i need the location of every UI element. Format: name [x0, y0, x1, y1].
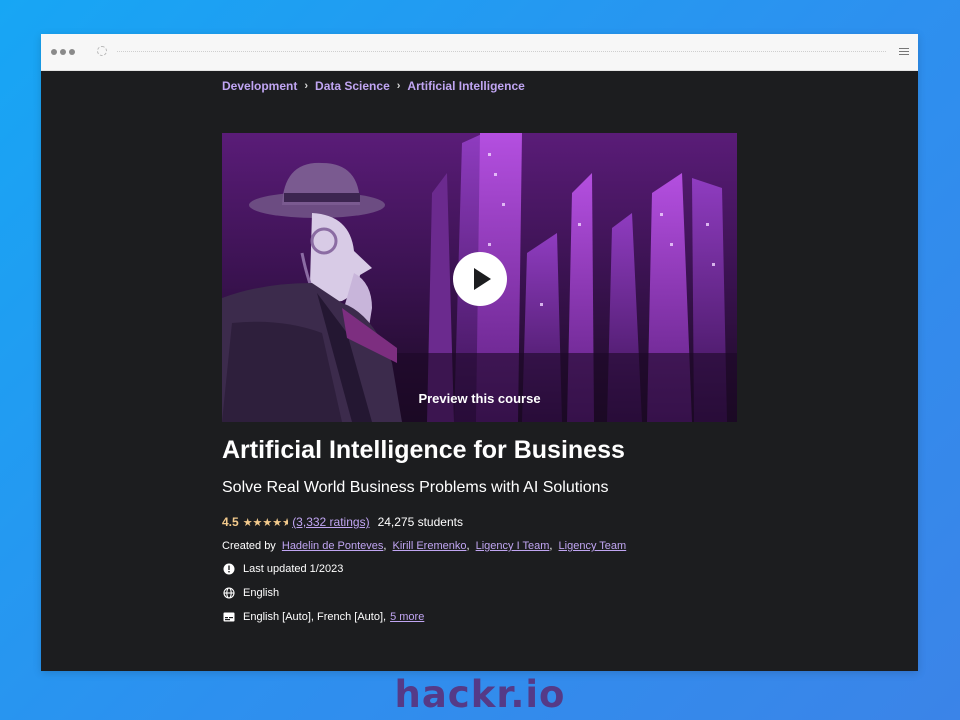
rating-value: 4.5 — [222, 515, 239, 529]
instructor-link[interactable]: Kirill Eremenko — [393, 540, 467, 552]
rating-row: 4.5 ★★★★★ (3,332 ratings) 24,275 student… — [222, 515, 463, 529]
globe-icon — [222, 586, 235, 599]
browser-window: Development › Data Science › Artificial … — [41, 34, 918, 671]
breadcrumb-item-data-science[interactable]: Data Science — [315, 79, 390, 93]
alert-icon — [222, 562, 235, 575]
breadcrumb-item-artificial-intelligence[interactable]: Artificial Intelligence — [407, 79, 524, 93]
created-by: Created by Hadelin de Ponteves, Kirill E… — [222, 540, 627, 552]
captions-more-link[interactable]: 5 more — [390, 611, 424, 623]
window-dot[interactable] — [69, 49, 75, 55]
course-preview[interactable]: Preview this course — [222, 133, 737, 422]
play-icon — [474, 268, 491, 290]
language: English — [222, 586, 279, 599]
reload-icon[interactable] — [97, 46, 107, 56]
hackr-logo: hackr.io — [394, 673, 566, 716]
captions-text: English [Auto], French [Auto], — [243, 610, 387, 623]
students-count: 24,275 students — [377, 515, 463, 529]
chevron-right-icon: › — [396, 80, 401, 92]
address-bar[interactable] — [117, 51, 886, 52]
window-dot[interactable] — [60, 49, 66, 55]
last-updated-text: Last updated 1/2023 — [243, 562, 344, 575]
instructor-link[interactable]: Ligency I Team — [476, 540, 550, 552]
captions: English [Auto], French [Auto], 5 more — [222, 610, 424, 623]
ratings-count-link[interactable]: (3,332 ratings) — [292, 515, 369, 529]
window-controls[interactable] — [51, 49, 75, 55]
breadcrumb: Development › Data Science › Artificial … — [222, 79, 525, 93]
course-subtitle: Solve Real World Business Problems with … — [222, 479, 609, 496]
browser-toolbar — [41, 34, 918, 71]
breadcrumb-item-development[interactable]: Development — [222, 79, 297, 93]
captions-icon — [222, 610, 235, 623]
instructor-link[interactable]: Ligency Team — [559, 540, 627, 552]
instructor-link[interactable]: Hadelin de Ponteves — [282, 540, 384, 552]
chevron-right-icon: › — [304, 80, 309, 92]
star-rating-icon: ★★★★★ — [242, 516, 289, 529]
language-text: English — [243, 586, 280, 599]
created-by-label: Created by — [222, 540, 276, 552]
window-dot[interactable] — [51, 49, 57, 55]
preview-label[interactable]: Preview this course — [222, 391, 737, 406]
last-updated: Last updated 1/2023 — [222, 562, 343, 575]
play-button[interactable] — [453, 252, 507, 306]
course-title: Artificial Intelligence for Business — [222, 436, 625, 464]
menu-icon[interactable] — [899, 48, 909, 55]
